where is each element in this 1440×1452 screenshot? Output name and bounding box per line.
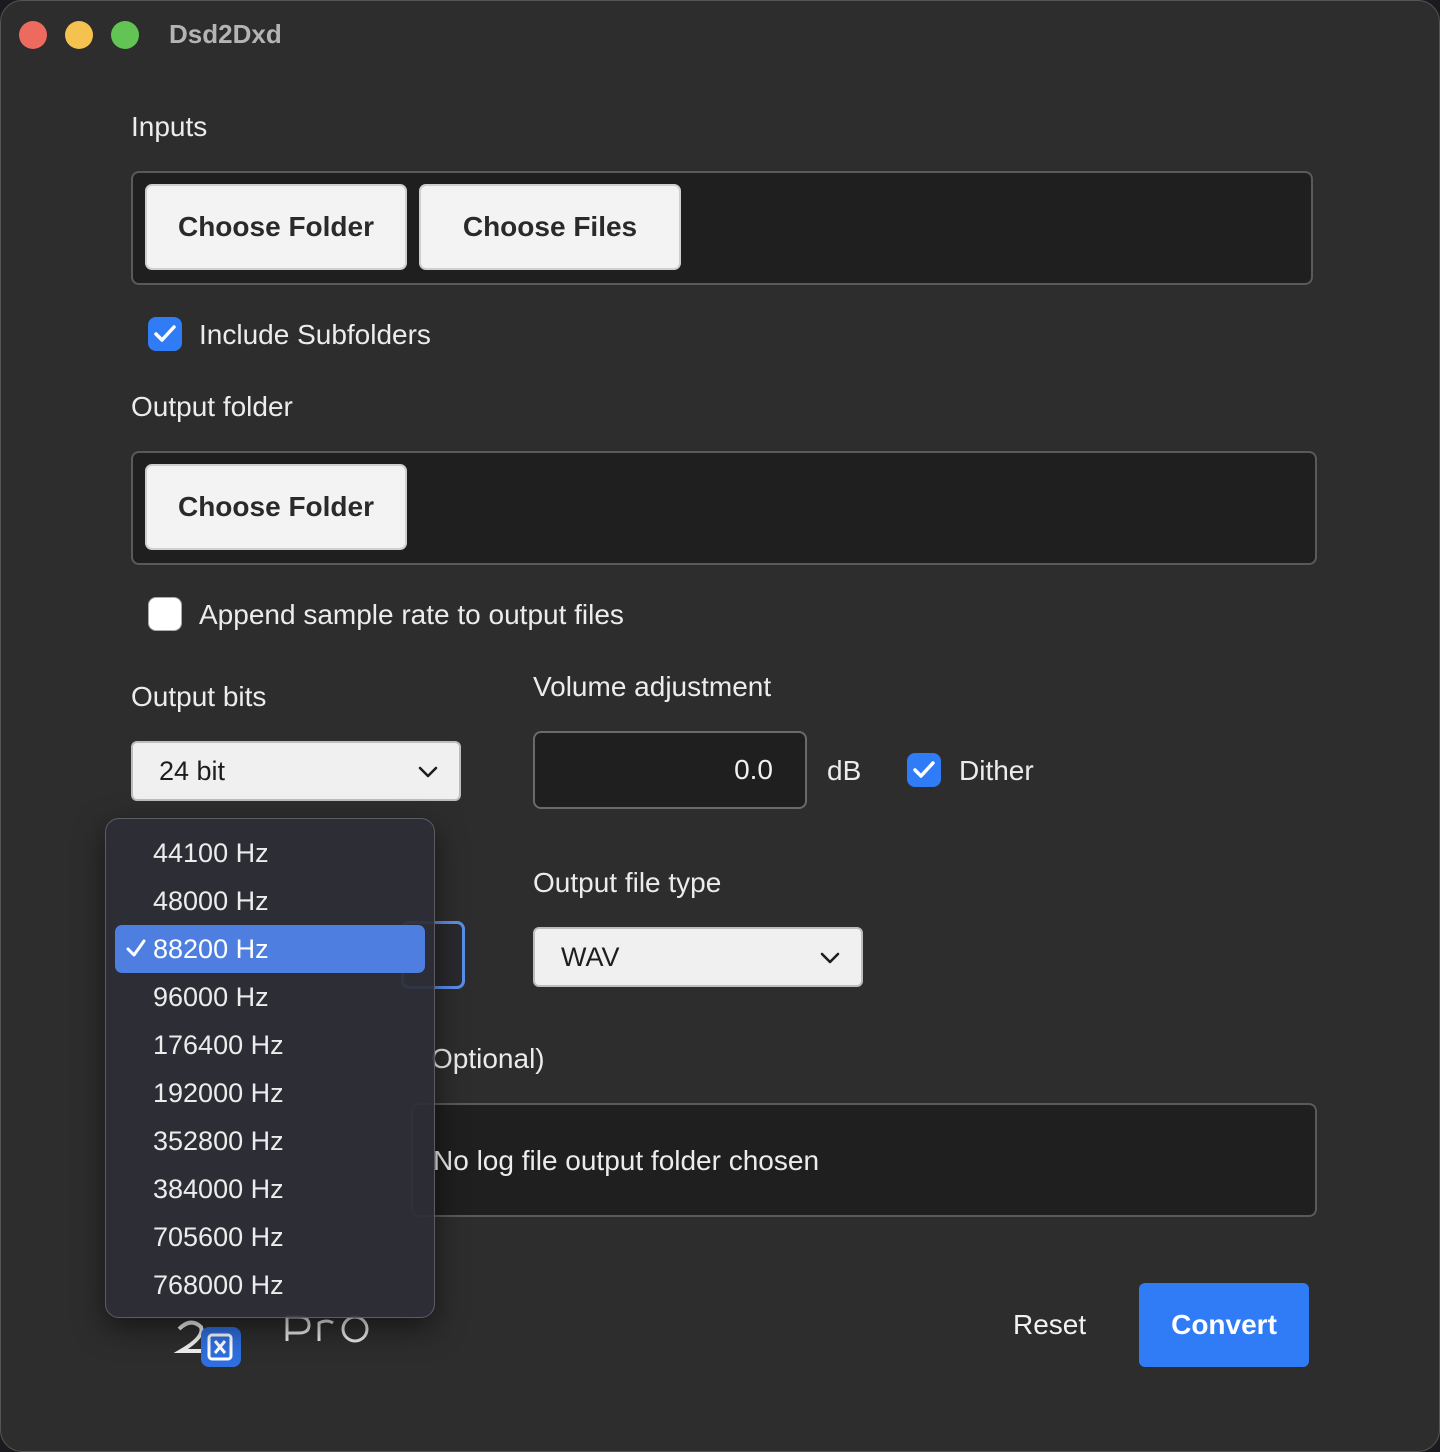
output-bits-select[interactable]: 24 bit xyxy=(131,741,461,801)
output-file-type-select[interactable]: WAV xyxy=(533,927,863,987)
sample-rate-option-selected[interactable]: 88200 Hz xyxy=(115,925,425,973)
log-folder-placeholder: No log file output folder chosen xyxy=(433,1145,820,1176)
inputs-choose-folder-button[interactable]: Choose Folder xyxy=(145,184,407,270)
output-bits-value: 24 bit xyxy=(159,755,226,786)
dither-label: Dither xyxy=(959,755,1034,786)
app-logo xyxy=(171,1311,381,1371)
convert-button[interactable]: Convert xyxy=(1139,1283,1309,1367)
checkmark-icon xyxy=(154,325,176,342)
output-file-type-label: Output file type xyxy=(533,867,722,898)
append-sample-rate-label: Append sample rate to output files xyxy=(199,599,624,630)
output-file-type-value: WAV xyxy=(561,941,620,972)
output-folder-label: Output folder xyxy=(131,391,293,422)
sample-rate-option[interactable]: 48000 Hz xyxy=(115,877,425,925)
include-subfolders-label: Include Subfolders xyxy=(199,319,431,350)
sample-rate-option[interactable]: 44100 Hz xyxy=(115,829,425,877)
output-bits-label: Output bits xyxy=(131,681,267,712)
checkmark-icon xyxy=(126,939,146,957)
chevron-down-icon xyxy=(418,766,438,778)
app-window: Dsd2Dxd Inputs Choose Folder Choose File… xyxy=(0,0,1440,1452)
output-choose-folder-button[interactable]: Choose Folder xyxy=(145,464,407,550)
zoom-window-button[interactable] xyxy=(111,21,139,49)
volume-input[interactable]: 0.0 xyxy=(533,731,807,809)
inputs-choose-files-button[interactable]: Choose Files xyxy=(419,184,681,270)
title-bar: Dsd2Dxd xyxy=(1,1,1439,69)
minimize-window-button[interactable] xyxy=(65,21,93,49)
log-folder-label: Optional) xyxy=(431,1043,545,1074)
sample-rate-option[interactable]: 176400 Hz xyxy=(115,1021,425,1069)
close-window-button[interactable] xyxy=(19,21,47,49)
dither-checkbox[interactable] xyxy=(907,753,941,787)
include-subfolders-checkbox[interactable] xyxy=(148,317,182,351)
inputs-label: Inputs xyxy=(131,111,208,142)
sample-rate-dropdown-menu: 44100 Hz 48000 Hz 88200 Hz 96000 Hz 1764… xyxy=(105,818,435,1318)
window-title: Dsd2Dxd xyxy=(169,19,282,49)
sample-rate-option[interactable]: 384000 Hz xyxy=(115,1165,425,1213)
volume-adjustment-label: Volume adjustment xyxy=(533,671,772,702)
checkmark-icon xyxy=(913,761,935,778)
sample-rate-option[interactable]: 192000 Hz xyxy=(115,1069,425,1117)
sample-rate-option[interactable]: 705600 Hz xyxy=(115,1213,425,1261)
chevron-down-icon xyxy=(820,952,840,964)
volume-unit-label: dB xyxy=(827,755,862,786)
volume-value: 0.0 xyxy=(734,754,773,785)
append-sample-rate-checkbox[interactable] xyxy=(148,597,182,631)
sample-rate-option[interactable]: 352800 Hz xyxy=(115,1117,425,1165)
sample-rate-option[interactable]: 96000 Hz xyxy=(115,973,425,1021)
sample-rate-option[interactable]: 768000 Hz xyxy=(115,1261,425,1309)
logo-mark-icon xyxy=(173,1315,369,1367)
reset-button[interactable]: Reset xyxy=(1013,1309,1086,1341)
